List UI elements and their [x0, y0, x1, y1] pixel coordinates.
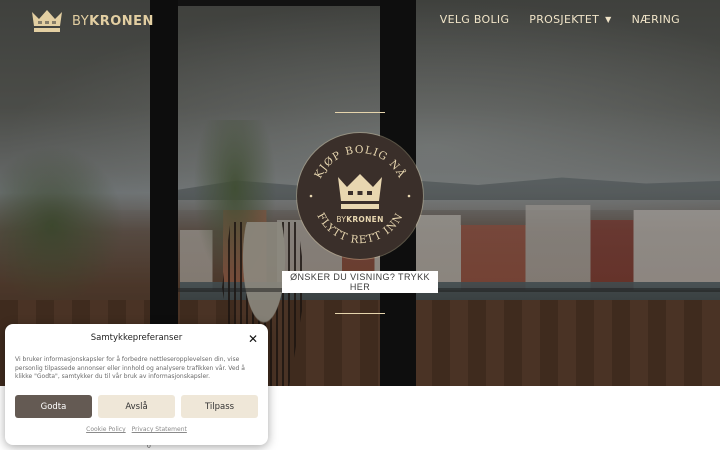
book-viewing-button[interactable]: ØNSKER DU VISNING? TRYKK HER — [282, 271, 438, 293]
promo-badge: KJØP BOLIG NÅ FLYTT RETT INN BYKRONEN — [297, 133, 423, 259]
main-nav: VELG BOLIG PROSJEKTET ▼ NÆRING — [440, 13, 680, 26]
close-icon[interactable]: ✕ — [248, 332, 258, 346]
nav-prosjektet[interactable]: PROSJEKTET ▼ — [529, 13, 611, 26]
divider-bottom — [335, 313, 385, 314]
chevron-down-icon: ▼ — [605, 15, 612, 24]
consent-body-text: Vi bruker informasjonskapsler for å forb… — [15, 356, 245, 381]
badge-wordmark: BYKRONEN — [336, 215, 384, 224]
logo-wordmark: BYKRONEN — [72, 13, 154, 29]
nav-label: NÆRING — [631, 13, 680, 26]
privacy-statement-link[interactable]: Privacy Statement — [132, 426, 187, 433]
cookie-policy-link[interactable]: Cookie Policy — [86, 426, 126, 433]
site-logo[interactable]: BYKRONEN — [30, 7, 154, 35]
crown-icon — [32, 10, 62, 32]
nav-label: PROSJEKTET — [529, 13, 600, 26]
nav-velg-bolig[interactable]: VELG BOLIG — [440, 13, 510, 26]
nav-label: VELG BOLIG — [439, 13, 510, 26]
consent-title: Samtykkepreferanser — [90, 333, 183, 343]
accept-button[interactable]: Godta — [15, 395, 92, 418]
divider-top — [335, 112, 385, 113]
deny-button[interactable]: Avslå — [98, 395, 175, 418]
consent-links: Cookie Policy Privacy Statement — [5, 426, 268, 433]
nav-naering[interactable]: NÆRING — [632, 13, 680, 26]
customize-button[interactable]: Tilpass — [181, 395, 258, 418]
cookie-consent-dialog: Samtykkepreferanser ✕ Vi bruker informas… — [5, 324, 268, 445]
